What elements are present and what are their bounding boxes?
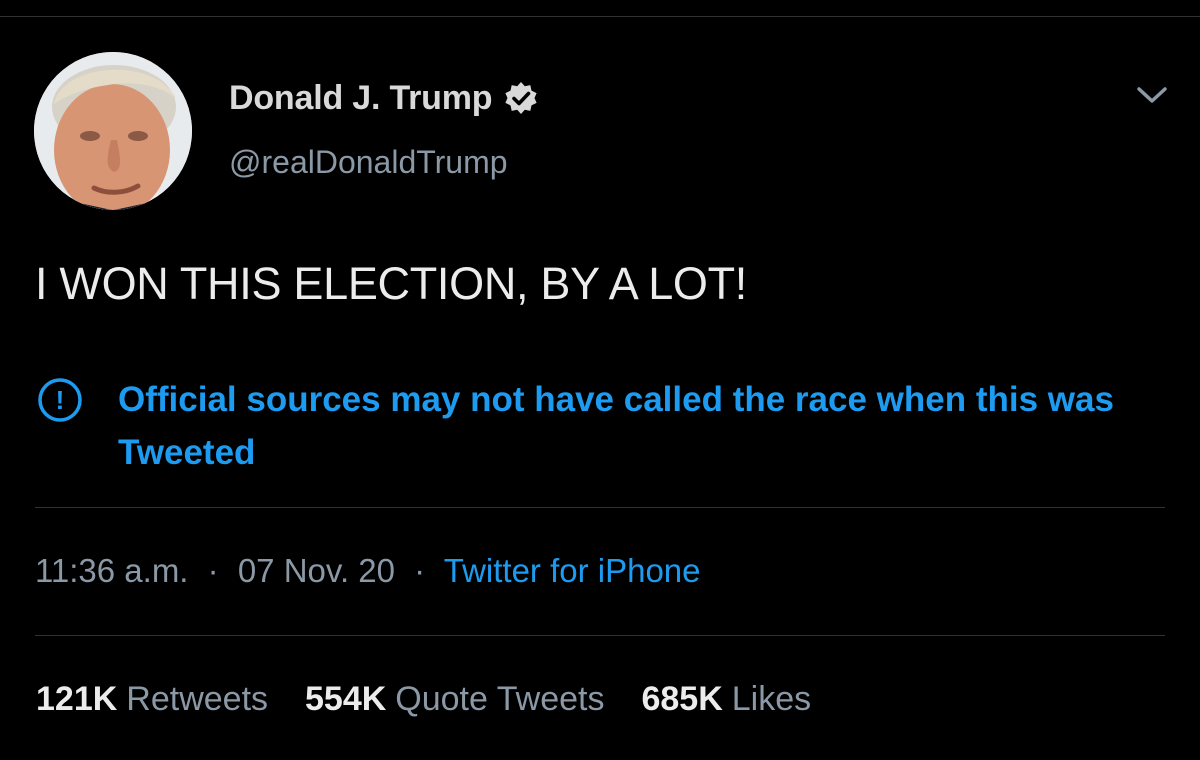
stat-count: 121K [36,680,118,718]
meta-separator: · [414,552,426,589]
divider [35,507,1165,508]
top-divider [0,16,1200,17]
verified-badge-icon [504,81,538,115]
exclamation-circle-icon: ! [37,377,83,423]
stat-likes[interactable]: 685K Likes [641,680,811,719]
author-name-row: Donald J. Trump [229,74,538,122]
stat-quote-tweets[interactable]: 554K Quote Tweets [305,680,604,719]
tweet-text: I WON THIS ELECTION, BY A LOT! [35,258,748,309]
author-handle[interactable]: @realDonaldTrump [229,144,538,181]
meta-separator: · [207,552,219,589]
tweet-date[interactable]: 07 Nov. 20 [238,552,395,589]
stat-count: 554K [305,680,387,718]
stat-retweets[interactable]: 121K Retweets [36,680,268,719]
divider [35,635,1165,636]
tweet-time[interactable]: 11:36 a.m. [35,552,188,589]
stat-label: Likes [731,680,812,718]
notice-text[interactable]: Official sources may not have called the… [118,373,1178,479]
tweet-source-link[interactable]: Twitter for iPhone [444,552,701,589]
chevron-down-icon[interactable] [1133,80,1171,110]
engagement-stats: 121K Retweets 554K Quote Tweets 685K Likes [36,680,848,719]
avatar[interactable] [34,52,192,210]
stat-label: Quote Tweets [395,680,605,718]
tweet-author[interactable]: Donald J. Trump @realDonaldTrump [229,74,538,181]
stat-count: 685K [641,680,723,718]
author-display-name[interactable]: Donald J. Trump [229,79,493,118]
avatar-image [34,52,192,210]
svg-text:!: ! [56,385,65,415]
stat-label: Retweets [126,680,269,718]
tweet-metadata: 11:36 a.m. · 07 Nov. 20 · Twitter for iP… [35,552,701,590]
